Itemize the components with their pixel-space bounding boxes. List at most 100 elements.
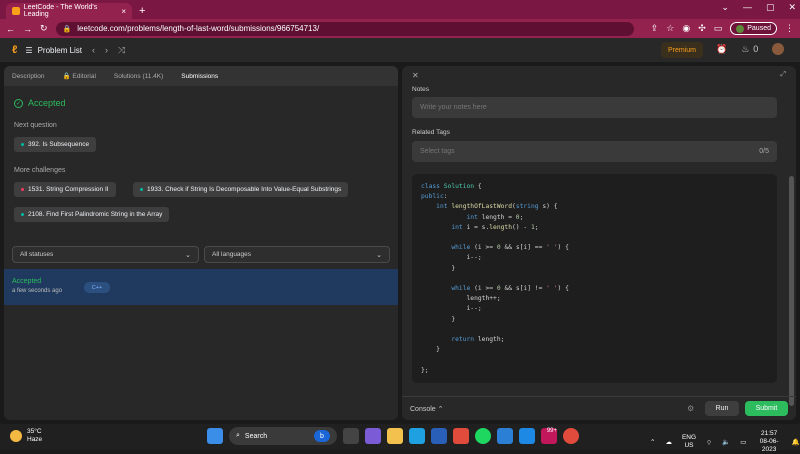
run-button[interactable]: Run (705, 401, 739, 416)
language-indicator[interactable]: ENG US (682, 434, 696, 450)
left-tabs: Description 🔒 Editorial Solutions (11.4K… (4, 66, 398, 86)
close-tab-icon[interactable]: × (121, 7, 126, 16)
puzzle-icon[interactable]: ✣ (698, 23, 706, 34)
language-filter-select[interactable]: All languages ⌄ (204, 246, 390, 263)
window-controls: ⌄ — ▢ ✕ (721, 2, 796, 13)
tab-description[interactable]: Description (12, 73, 45, 80)
reload-icon[interactable]: ↻ (40, 23, 48, 34)
windows-start-icon[interactable] (207, 428, 223, 444)
bookmark-star-icon[interactable]: ☆ (666, 23, 674, 34)
more-challenges-heading: More challenges (14, 167, 66, 174)
vscode-icon[interactable] (497, 428, 513, 444)
task-view-icon[interactable] (343, 428, 359, 444)
url-field[interactable]: 🔒 leetcode.com/problems/length-of-last-w… (55, 21, 634, 36)
settings-icon[interactable]: ⚙ (687, 404, 694, 413)
system-tray: ⌃ ☁ ENG US ⌔ 🔈 ▭ 21:57 08-06-2023 🔔 (650, 430, 800, 454)
weather-widget[interactable]: 35°C Haze (10, 428, 42, 444)
back-arrow-icon[interactable]: ← (6, 24, 15, 34)
next-problem-chevron-icon[interactable]: › (105, 45, 108, 56)
tags-select[interactable]: Select tags 0/5 (412, 141, 777, 162)
close-icon[interactable]: ✕ (412, 71, 419, 80)
lock-icon[interactable]: 🔒 (63, 25, 72, 33)
status-filter-select[interactable]: All statuses ⌄ (12, 246, 199, 263)
challenge-label: 2108. Find First Palindromic String in t… (28, 211, 163, 218)
new-tab-plus-icon[interactable]: + (139, 5, 145, 17)
submission-status[interactable]: Accepted (12, 278, 41, 285)
chevron-down-icon: ⌄ (185, 251, 191, 259)
chrome-icon[interactable] (453, 428, 469, 444)
tags-placeholder: Select tags (420, 148, 455, 155)
tab-submissions[interactable]: Submissions (181, 73, 218, 80)
wifi-icon[interactable]: ⌔ (706, 438, 712, 447)
shuffle-icon[interactable]: ⤨ (118, 45, 125, 56)
status-filter-value: All statuses (20, 251, 54, 258)
next-question-heading: Next question (14, 122, 57, 129)
left-panel: Description 🔒 Editorial Solutions (11.4K… (4, 66, 398, 420)
whatsapp-icon[interactable]: 99+ (541, 428, 557, 444)
notes-input[interactable]: Write your notes here (412, 97, 777, 118)
chevron-up-icon: ⌃ (437, 405, 444, 413)
battery-icon[interactable]: ▭ (740, 438, 746, 446)
taskbar-search[interactable]: ⌕ Search b (229, 427, 337, 445)
tab-search-chevron-icon[interactable]: ⌄ (721, 2, 729, 13)
console-toggle[interactable]: Console ⌃ (410, 405, 444, 413)
clock-date: 08-06-2023 (759, 438, 779, 453)
browser-toolbar-icons: ⇪ ☆ ◉ ✣ ▭ Paused ⋮ (651, 22, 794, 35)
bing-icon[interactable]: b (314, 430, 330, 442)
language-code: ENG (681, 434, 697, 441)
edge-icon[interactable] (409, 428, 425, 444)
tags-count: 0/5 (759, 148, 769, 155)
expand-icon[interactable]: ⤢ (780, 71, 786, 79)
related-tags-label: Related Tags (412, 129, 450, 136)
notification-bell-icon[interactable]: 🔔 (792, 438, 800, 446)
challenge-chip[interactable]: 2108. Find First Palindromic String in t… (14, 207, 170, 222)
submission-time: a few seconds ago (12, 288, 63, 294)
leetcode-logo-icon[interactable]: ℓ (12, 44, 17, 56)
chevron-up-icon[interactable]: ⌃ (650, 438, 655, 446)
scrollbar[interactable] (789, 176, 794, 406)
notes-label: Notes (412, 86, 429, 93)
profile-paused-button[interactable]: Paused (730, 22, 777, 35)
file-explorer-icon[interactable] (387, 428, 403, 444)
challenge-chip[interactable]: 1531. String Compression II (14, 182, 116, 197)
windows-taskbar: 35°C Haze ⌕ Search b 99+ ⌃ ☁ ENG US ⌔ 🔈 … (0, 424, 800, 453)
todo-icon[interactable] (519, 428, 535, 444)
difficulty-dot-icon (21, 213, 24, 216)
console-bar: Console ⌃ ⚙ Run Submit (402, 396, 796, 420)
tab-solutions[interactable]: Solutions (11.4K) (114, 73, 163, 80)
timer-icon[interactable]: ⏰ (716, 44, 727, 55)
challenge-chip[interactable]: 1933. Check if String Is Decomposable In… (133, 182, 349, 197)
share-icon[interactable]: ⇪ (651, 23, 659, 34)
prev-problem-chevron-icon[interactable]: ‹ (92, 45, 95, 56)
clock[interactable]: 21:57 08-06-2023 (756, 430, 781, 454)
premium-button[interactable]: Premium (661, 42, 703, 58)
problem-list-link[interactable]: Problem List (38, 46, 82, 55)
onedrive-icon[interactable]: ☁ (665, 438, 672, 446)
submission-row[interactable]: Accepted a few seconds ago C++ (4, 269, 398, 305)
right-panel-top: ✕ ⤢ (402, 66, 796, 84)
extension-icon[interactable]: ◉ (682, 23, 690, 34)
teams-icon[interactable] (365, 428, 381, 444)
streak-flame-icon[interactable]: ♨ (741, 44, 749, 55)
spotify-icon[interactable] (475, 428, 491, 444)
lock-icon: 🔒 (62, 73, 71, 80)
maximize-icon[interactable]: ▢ (766, 2, 775, 13)
accepted-label: Accepted (28, 98, 66, 108)
check-circle-icon: ✓ (14, 98, 23, 108)
tab-editorial[interactable]: 🔒 Editorial (63, 72, 96, 80)
browser-tab[interactable]: LeetCode - The World's Leading × (6, 3, 132, 19)
forward-arrow-icon[interactable]: → (23, 24, 32, 34)
search-label: Search (244, 432, 268, 440)
minimize-icon[interactable]: — (743, 2, 752, 13)
menu-kebab-icon[interactable]: ⋮ (785, 23, 794, 34)
chrome-profile-icon[interactable] (563, 428, 579, 444)
volume-icon[interactable]: 🔈 (722, 438, 730, 446)
right-panel: ✕ ⤢ Notes Write your notes here Related … (402, 66, 796, 420)
submit-button[interactable]: Submit (745, 401, 788, 416)
store-icon[interactable] (431, 428, 447, 444)
next-question-chip[interactable]: 392. Is Subsequence (14, 137, 97, 152)
user-avatar[interactable] (772, 43, 785, 55)
sidebar-icon[interactable]: ▭ (714, 23, 723, 34)
url-text: leetcode.com/problems/length-of-last-wor… (77, 24, 320, 33)
close-window-icon[interactable]: ✕ (788, 2, 796, 13)
